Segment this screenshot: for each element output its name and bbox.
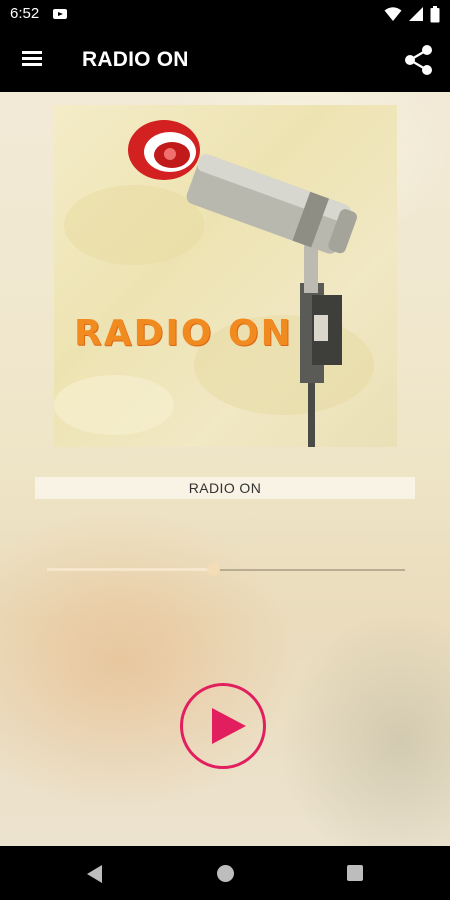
player-screen: RADIO ON RADIO ON [0,92,450,846]
notification-icon [53,9,67,19]
app-title: RADIO ON [82,48,189,71]
status-bar: 6:52 [0,0,450,28]
status-icons [384,5,440,23]
slider-thumb[interactable] [207,563,221,576]
status-time: 6:52 [10,5,40,22]
album-logo-text: RADIO ON [74,313,293,354]
recents-icon[interactable] [347,865,363,881]
home-icon[interactable] [217,865,234,882]
battery-icon [430,5,440,22]
album-art: RADIO ON [54,105,397,447]
microphone-illustration [54,120,374,447]
play-button[interactable] [180,683,266,769]
share-icon[interactable] [400,42,436,78]
volume-slider[interactable] [47,562,405,578]
signal-icon [409,7,423,21]
back-icon[interactable] [87,865,102,883]
menu-icon[interactable] [20,48,46,72]
navigation-bar [0,846,450,900]
slider-fill [47,568,214,571]
app-bar: RADIO ON [0,28,450,92]
station-name: RADIO ON [35,477,415,499]
play-icon [212,708,246,744]
wifi-icon [384,7,402,21]
